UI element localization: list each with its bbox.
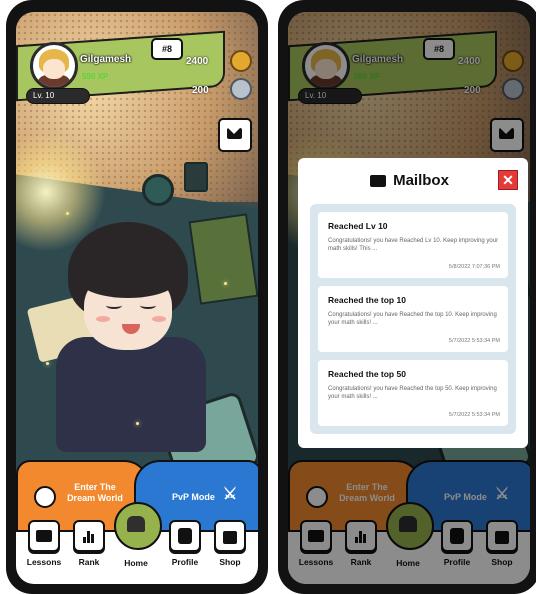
message-body: Congratulations! you have Reached the to… <box>328 386 497 400</box>
phone-home-screen: Gilgamesh 550 XP Lv. 10 #8 2400 200 Ente… <box>6 0 268 594</box>
message-body: Congratulations! you have Reached the to… <box>328 312 497 326</box>
xp-value: 550 XP <box>82 72 109 81</box>
message-title: Reached the top 50 <box>328 369 406 379</box>
user-icon <box>178 528 192 544</box>
message-date: 5/7/2022 5:53:34 PM <box>448 338 500 344</box>
dream-world-label: Enter The Dream World <box>67 482 123 503</box>
home-icon <box>127 516 145 532</box>
phone-mailbox-screen: Gilgamesh 550 XP Lv. 10 #8 2400 200 Ente… <box>278 0 536 594</box>
coin-count: 2400 <box>186 56 209 67</box>
message-item[interactable]: Reached the top 50 Congratulations! you … <box>318 360 508 426</box>
avatar[interactable] <box>30 42 78 90</box>
shopping-bag-icon <box>223 531 237 544</box>
level-badge: Lv. 10 <box>26 88 90 104</box>
coin-icon <box>230 50 252 72</box>
mailbox-dialog: Mailbox ✕ Reached Lv 10 Congratulations!… <box>298 158 528 448</box>
nav-shop[interactable]: Shop <box>212 520 248 567</box>
message-title: Reached the top 10 <box>328 295 406 305</box>
message-date: 5/7/2022 5:53:34 PM <box>448 412 500 418</box>
clock-decoration <box>142 174 174 206</box>
envelope-icon <box>227 128 242 139</box>
nav-rank[interactable]: Rank <box>71 520 107 567</box>
message-item[interactable]: Reached Lv 10 Congratulations! you have … <box>318 212 508 278</box>
sleeping-character <box>56 222 206 452</box>
gem-count: 200 <box>192 85 209 96</box>
message-title: Reached Lv 10 <box>328 221 388 231</box>
bar-chart-icon <box>82 529 96 543</box>
pencil-cup-decoration <box>184 162 208 192</box>
message-item[interactable]: Reached the top 10 Congratulations! you … <box>318 286 508 352</box>
message-date: 5/8/2022 7:07:36 PM <box>448 264 500 270</box>
crossed-swords-icon: ⚔ <box>222 486 238 503</box>
message-list[interactable]: Reached Lv 10 Congratulations! you have … <box>310 204 516 434</box>
pvp-mode-label: PvP Mode <box>172 492 215 502</box>
gem-icon <box>230 78 252 100</box>
home-screen: Gilgamesh 550 XP Lv. 10 #8 2400 200 Ente… <box>16 12 258 584</box>
rank-badge: #8 <box>151 38 183 60</box>
globe-icon <box>34 486 56 508</box>
message-body: Congratulations! you have Reached Lv 10.… <box>328 238 499 252</box>
nav-lessons[interactable]: Lessons <box>26 520 62 567</box>
close-button[interactable]: ✕ <box>498 170 518 190</box>
nav-profile[interactable]: Profile <box>167 520 203 567</box>
mailbox-title: Mailbox <box>393 172 449 189</box>
username: Gilgamesh <box>80 54 132 65</box>
mailbox-button[interactable] <box>218 118 252 152</box>
book-icon <box>36 530 52 542</box>
home-screen-with-mailbox: Gilgamesh 550 XP Lv. 10 #8 2400 200 Ente… <box>288 12 530 584</box>
